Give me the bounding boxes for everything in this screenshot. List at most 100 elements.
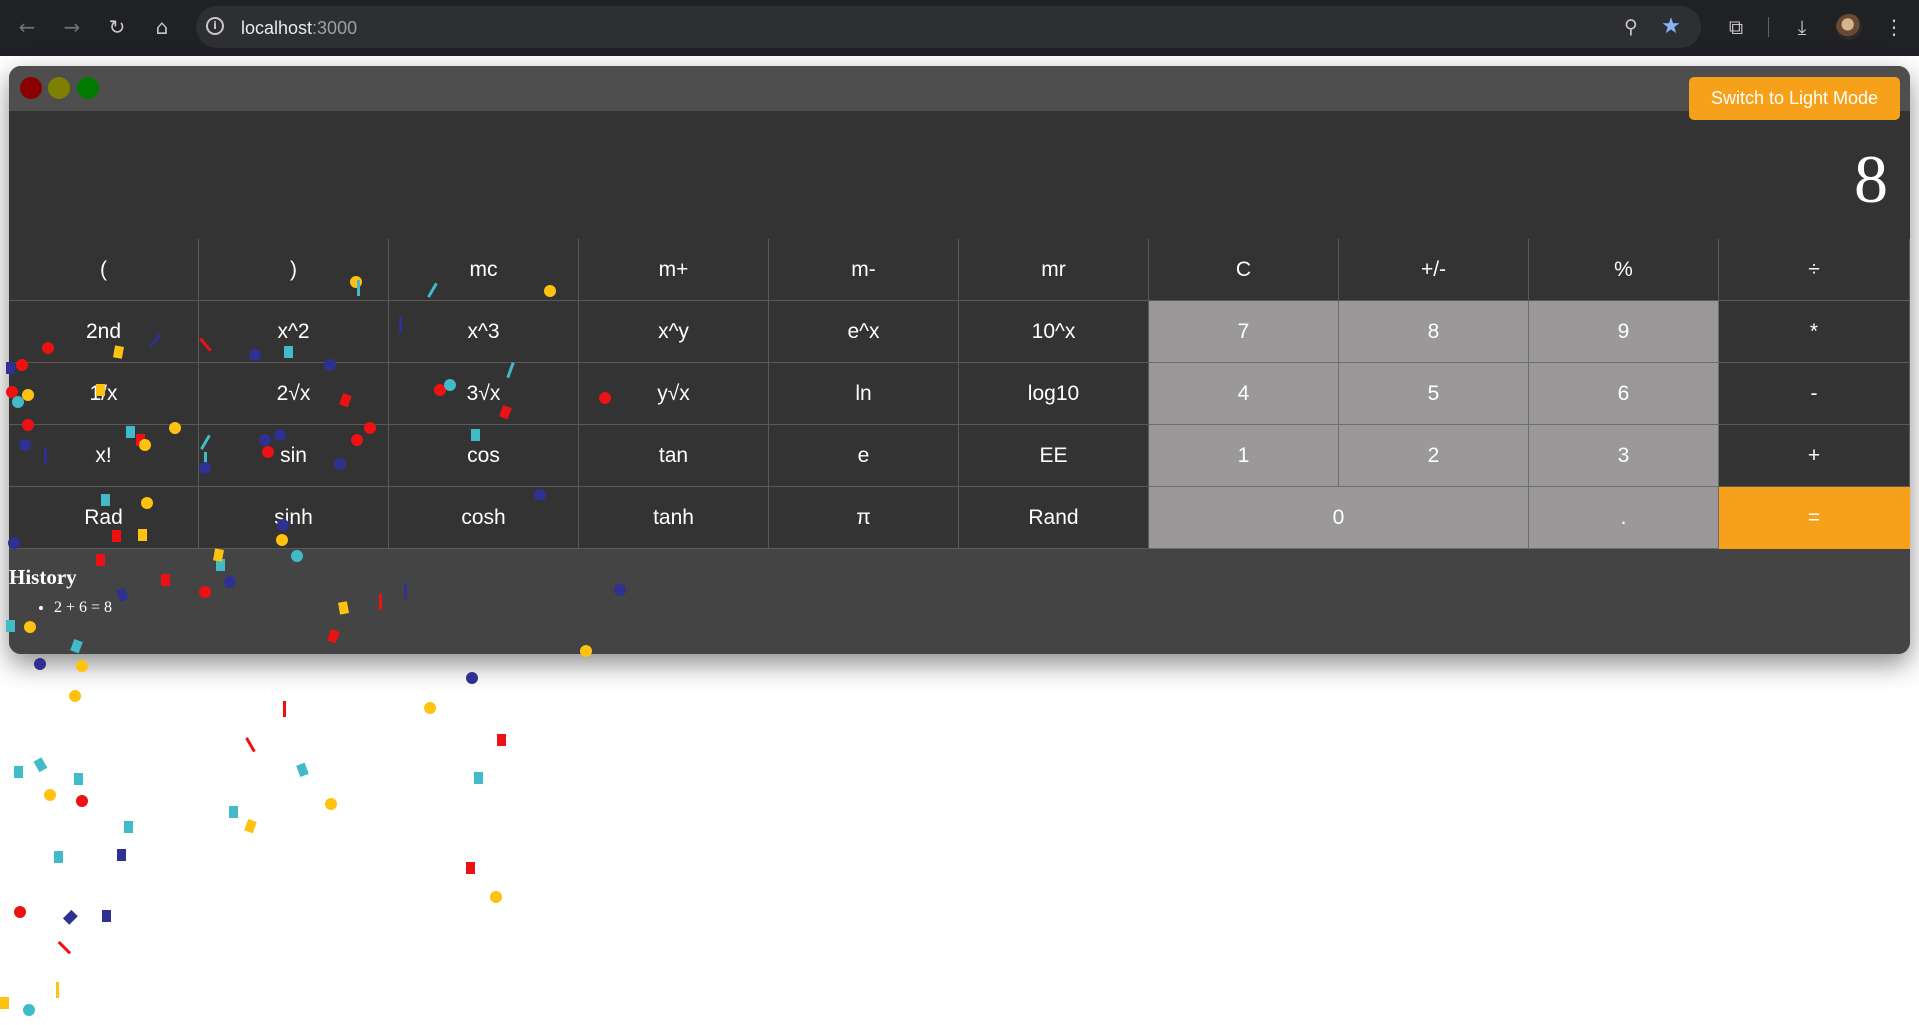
confetti-piece bbox=[102, 910, 111, 922]
confetti-piece bbox=[54, 851, 63, 863]
confetti-piece bbox=[283, 701, 286, 717]
confetti-piece bbox=[62, 909, 78, 925]
key-y-x[interactable]: y√x bbox=[579, 363, 769, 425]
confetti-piece bbox=[244, 818, 257, 834]
calculator-display: 8 bbox=[9, 111, 1910, 239]
key-1-x[interactable]: 1/x bbox=[9, 363, 199, 425]
key-8[interactable]: 8 bbox=[1339, 301, 1529, 363]
key-5[interactable]: 5 bbox=[1339, 363, 1529, 425]
back-icon[interactable]: ← bbox=[12, 12, 42, 42]
address-bar[interactable]: i localhost:3000 ⚲ ★ bbox=[196, 6, 1701, 48]
confetti-piece bbox=[117, 849, 126, 861]
home-icon[interactable]: ⌂ bbox=[147, 12, 177, 42]
star-icon[interactable]: ★ bbox=[1658, 14, 1684, 40]
confetti-piece bbox=[23, 1004, 35, 1016]
confetti-piece bbox=[57, 940, 72, 955]
key-9[interactable]: 9 bbox=[1529, 301, 1719, 363]
download-icon[interactable]: ⤓ bbox=[1788, 13, 1816, 41]
toolbar-divider bbox=[1768, 17, 1769, 37]
key-4[interactable]: 4 bbox=[1149, 363, 1339, 425]
key-e[interactable]: e bbox=[769, 425, 959, 487]
key-2[interactable]: 2 bbox=[1339, 425, 1529, 487]
key-sym-9[interactable]: ÷ bbox=[1719, 239, 1910, 301]
avatar[interactable] bbox=[1836, 14, 1862, 40]
key-rand[interactable]: Rand bbox=[959, 487, 1149, 549]
key-x-3[interactable]: x^3 bbox=[389, 301, 579, 363]
history-list: 2 + 6 = 8 bbox=[9, 599, 112, 617]
info-icon[interactable]: i bbox=[206, 17, 224, 35]
key-sym-47[interactable]: . bbox=[1529, 487, 1719, 549]
key-sym-0[interactable]: ( bbox=[9, 239, 199, 301]
key-sym-44[interactable]: π bbox=[769, 487, 959, 549]
key-c[interactable]: C bbox=[1149, 239, 1339, 301]
confetti-piece bbox=[424, 702, 436, 714]
calculator-window: Switch to Light Mode 8 () mc m+ m-mr C +/-% ÷ 2… bbox=[9, 66, 1910, 654]
url-host: localhost bbox=[241, 18, 313, 38]
key-7[interactable]: 7 bbox=[1149, 301, 1339, 363]
key-3-x[interactable]: 3√x bbox=[389, 363, 579, 425]
key-x-y[interactable]: x^y bbox=[579, 301, 769, 363]
key-cos[interactable]: cos bbox=[389, 425, 579, 487]
key-sym-8[interactable]: % bbox=[1529, 239, 1719, 301]
key-2-x[interactable]: 2√x bbox=[199, 363, 389, 425]
close-window-button[interactable] bbox=[20, 77, 42, 99]
browser-toolbar: ← → ↻ ⌂ i localhost:3000 ⚲ ★ ⧉ ⤓ ⋮ bbox=[0, 0, 1919, 56]
kebab-menu-icon[interactable]: ⋮ bbox=[1880, 13, 1908, 41]
key-ee[interactable]: EE bbox=[959, 425, 1149, 487]
confetti-piece bbox=[466, 672, 478, 684]
confetti-piece bbox=[56, 982, 59, 998]
confetti-piece bbox=[44, 789, 56, 801]
confetti-piece bbox=[296, 762, 309, 778]
key-0[interactable]: 0 bbox=[1149, 487, 1529, 549]
maximize-window-button[interactable] bbox=[77, 77, 99, 99]
key-mc[interactable]: mc bbox=[389, 239, 579, 301]
key-tan[interactable]: tan bbox=[579, 425, 769, 487]
key-mr[interactable]: mr bbox=[959, 239, 1149, 301]
key-x-2[interactable]: x^2 bbox=[199, 301, 389, 363]
key-sin[interactable]: sin bbox=[199, 425, 389, 487]
theme-toggle-button[interactable]: Switch to Light Mode bbox=[1689, 77, 1900, 120]
key-3[interactable]: 3 bbox=[1529, 425, 1719, 487]
key-sinh[interactable]: sinh bbox=[199, 487, 389, 549]
confetti-piece bbox=[14, 766, 23, 778]
key-sym-7[interactable]: +/- bbox=[1339, 239, 1529, 301]
key-log10[interactable]: log10 bbox=[959, 363, 1149, 425]
url-text[interactable]: localhost:3000 bbox=[241, 18, 357, 39]
confetti-piece bbox=[466, 862, 475, 874]
key-1[interactable]: 1 bbox=[1149, 425, 1339, 487]
key-sym-19[interactable]: * bbox=[1719, 301, 1910, 363]
key-x[interactable]: x! bbox=[9, 425, 199, 487]
history-entry: 2 + 6 = 8 bbox=[54, 599, 112, 617]
key-m[interactable]: m- bbox=[769, 239, 959, 301]
key-sym-29[interactable]: - bbox=[1719, 363, 1910, 425]
confetti-piece bbox=[33, 757, 48, 773]
key-sym-48[interactable]: = bbox=[1719, 487, 1910, 549]
puzzle-icon[interactable]: ⧉ bbox=[1722, 13, 1750, 41]
confetti-piece bbox=[0, 997, 9, 1009]
confetti-piece bbox=[124, 821, 133, 833]
confetti-piece bbox=[474, 772, 483, 784]
confetti-piece bbox=[14, 906, 26, 918]
key-2nd[interactable]: 2nd bbox=[9, 301, 199, 363]
key-sym-39[interactable]: + bbox=[1719, 425, 1910, 487]
key-rad[interactable]: Rad bbox=[9, 487, 199, 549]
confetti-piece bbox=[229, 806, 238, 818]
confetti-piece bbox=[76, 795, 88, 807]
key-ln[interactable]: ln bbox=[769, 363, 959, 425]
keypad: () mc m+ m-mr C +/-% ÷ 2nd x^2 x^3 x^y e^x 10^x 7 8 9 * 1… bbox=[9, 239, 1910, 549]
zoom-icon[interactable]: ⚲ bbox=[1618, 14, 1644, 40]
minimize-window-button[interactable] bbox=[48, 77, 70, 99]
key-10-x[interactable]: 10^x bbox=[959, 301, 1149, 363]
confetti-piece bbox=[74, 773, 83, 785]
url-port: :3000 bbox=[312, 18, 358, 38]
key-cosh[interactable]: cosh bbox=[389, 487, 579, 549]
history-panel: History 2 + 6 = 8 bbox=[9, 549, 1910, 654]
key-e-x[interactable]: e^x bbox=[769, 301, 959, 363]
key-sym-1[interactable]: ) bbox=[199, 239, 389, 301]
confetti-piece bbox=[325, 798, 337, 810]
forward-icon[interactable]: → bbox=[57, 12, 87, 42]
key-tanh[interactable]: tanh bbox=[579, 487, 769, 549]
key-6[interactable]: 6 bbox=[1529, 363, 1719, 425]
reload-icon[interactable]: ↻ bbox=[102, 12, 132, 42]
key-m[interactable]: m+ bbox=[579, 239, 769, 301]
